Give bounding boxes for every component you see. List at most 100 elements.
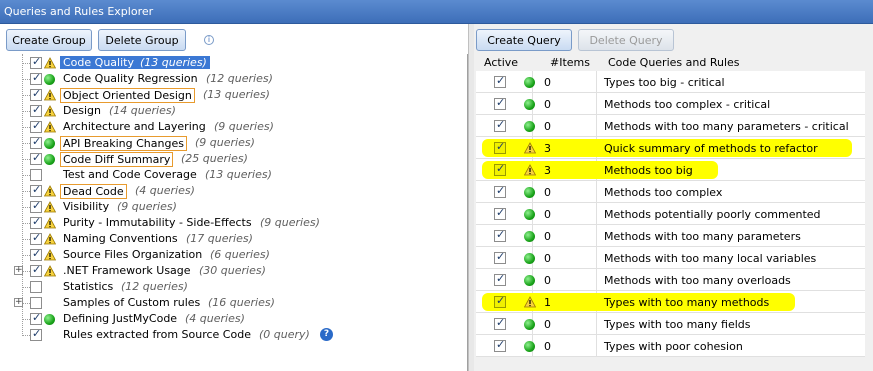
query-active-checkbox[interactable] xyxy=(494,206,506,220)
query-row[interactable]: 3 Methods too big xyxy=(476,159,865,181)
tree-item[interactable]: Rules extracted from Source Code (0 query… xyxy=(0,327,468,343)
query-active-checkbox[interactable] xyxy=(494,162,506,176)
tree-item-label: Code Diff Summary xyxy=(60,152,174,167)
query-row[interactable]: 0 Methods with too many local variables xyxy=(476,247,865,269)
query-count: (13 queries) xyxy=(203,88,270,101)
query-row[interactable]: 1 Types with too many methods xyxy=(476,291,865,313)
group-checkbox[interactable] xyxy=(30,297,42,309)
ok-status-icon xyxy=(44,138,55,149)
tree-item[interactable]: Defining JustMyCode (4 queries) xyxy=(0,311,468,327)
query-active-checkbox[interactable] xyxy=(494,338,506,352)
tree-item[interactable]: Code Quality Regression (12 queries) xyxy=(0,71,468,87)
group-checkbox[interactable] xyxy=(30,183,42,197)
group-checkbox[interactable] xyxy=(30,169,42,181)
column-header-name[interactable]: Code Queries and Rules xyxy=(608,56,740,69)
group-checkbox[interactable] xyxy=(30,103,42,117)
tree-item[interactable]: Visibility (9 queries) xyxy=(0,199,468,215)
query-count: (9 queries) xyxy=(214,120,274,133)
tree-item[interactable]: Naming Conventions (17 queries) xyxy=(0,231,468,247)
column-header-active[interactable]: Active xyxy=(484,56,518,69)
delete-group-button[interactable]: Delete Group xyxy=(98,29,186,51)
query-row[interactable]: 0 Methods too complex xyxy=(476,181,865,203)
tree-item[interactable]: Statistics (12 queries) xyxy=(0,279,468,295)
tree-item-label: Rules extracted from Source Code xyxy=(63,328,251,341)
expand-toggle[interactable]: + xyxy=(14,266,23,275)
query-row[interactable]: 0 Methods too complex - critical xyxy=(476,93,865,115)
query-row[interactable]: 0 Methods with too many parameters xyxy=(476,225,865,247)
query-name: Types too big - critical xyxy=(604,76,725,89)
tree-item[interactable]: Code Quality (13 queries) xyxy=(0,55,468,71)
ok-status-icon xyxy=(524,77,535,88)
help-icon[interactable]: ? xyxy=(320,328,333,341)
group-name: Design xyxy=(63,104,101,117)
create-group-button[interactable]: Create Group xyxy=(6,29,92,51)
tree-branch-line xyxy=(22,63,30,64)
tree-item[interactable]: Dead Code (4 queries) xyxy=(0,183,468,199)
group-checkbox[interactable] xyxy=(30,281,42,293)
query-row[interactable]: 0 Methods with too many overloads xyxy=(476,269,865,291)
create-query-button[interactable]: Create Query xyxy=(476,29,572,51)
group-checkbox[interactable] xyxy=(30,311,42,325)
query-row[interactable]: 0 Methods with too many parameters - crit… xyxy=(476,115,865,137)
group-name: Visibility xyxy=(63,200,110,213)
query-name: Methods too big xyxy=(604,164,693,177)
column-divider xyxy=(596,225,597,247)
tree-item[interactable]: Purity - Immutability - Side-Effects (9 q… xyxy=(0,215,468,231)
group-checkbox[interactable] xyxy=(30,215,42,229)
tree-item[interactable]: + Samples of Custom rules (16 queries) xyxy=(0,295,468,311)
tree-item[interactable]: Test and Code Coverage (13 queries) xyxy=(0,167,468,183)
tree-item[interactable]: Source Files Organization (6 queries) xyxy=(0,247,468,263)
group-checkbox[interactable] xyxy=(30,327,42,341)
query-active-checkbox[interactable] xyxy=(494,74,506,88)
query-active-checkbox[interactable] xyxy=(494,316,506,330)
group-checkbox[interactable] xyxy=(30,119,42,133)
column-header-items[interactable]: #Items xyxy=(550,56,590,69)
tree-item[interactable]: Code Diff Summary (25 queries) xyxy=(0,151,468,167)
group-name: Statistics xyxy=(63,280,114,293)
tree-item-label: Source Files Organization xyxy=(63,248,202,261)
tree-item[interactable]: Architecture and Layering (9 queries) xyxy=(0,119,468,135)
warning-icon xyxy=(44,265,56,277)
tree-item-label: Code Quality (13 queries) xyxy=(60,56,210,69)
query-active-checkbox[interactable] xyxy=(494,272,506,286)
query-row[interactable]: 0 Methods potentially poorly commented xyxy=(476,203,865,225)
group-checkbox[interactable] xyxy=(30,71,42,85)
tree-item-label: Architecture and Layering xyxy=(63,120,206,133)
tree-item[interactable]: API Breaking Changes (9 queries) xyxy=(0,135,468,151)
query-active-checkbox[interactable] xyxy=(494,184,506,198)
info-icon[interactable]: i xyxy=(204,35,214,45)
query-active-checkbox[interactable] xyxy=(494,250,506,264)
group-checkbox[interactable] xyxy=(30,263,42,277)
query-active-checkbox[interactable] xyxy=(494,96,506,110)
group-checkbox[interactable] xyxy=(30,151,42,165)
tree-item[interactable]: + .NET Framework Usage (30 queries) xyxy=(0,263,468,279)
query-count: (16 queries) xyxy=(208,296,275,309)
query-row[interactable]: 0 Types too big - critical xyxy=(476,71,865,93)
group-checkbox[interactable] xyxy=(30,247,42,261)
column-divider xyxy=(596,313,597,335)
query-row[interactable]: 3 Quick summary of methods to refactor xyxy=(476,137,865,159)
warning-icon xyxy=(44,185,56,197)
tree-item[interactable]: Design (14 queries) xyxy=(0,103,468,119)
query-row[interactable]: 0 Types with too many fields xyxy=(476,313,865,335)
query-active-checkbox[interactable] xyxy=(494,294,506,308)
query-active-checkbox[interactable] xyxy=(494,118,506,132)
query-row[interactable]: 0 Types with poor cohesion xyxy=(476,335,865,357)
ok-status-icon xyxy=(524,187,535,198)
tree-item-label: Design xyxy=(63,104,101,117)
group-checkbox[interactable] xyxy=(30,55,42,69)
warning-icon xyxy=(524,142,536,154)
query-active-checkbox[interactable] xyxy=(494,228,506,242)
group-checkbox[interactable] xyxy=(30,135,42,149)
group-checkbox[interactable] xyxy=(30,87,42,101)
items-count: 0 xyxy=(544,318,551,331)
group-name: .NET Framework Usage xyxy=(63,264,191,277)
warning-icon xyxy=(44,105,56,117)
expand-toggle[interactable]: + xyxy=(14,298,23,307)
group-checkbox[interactable] xyxy=(30,231,42,245)
column-divider xyxy=(596,247,597,269)
tree-item[interactable]: Object Oriented Design (13 queries) xyxy=(0,87,468,103)
group-checkbox[interactable] xyxy=(30,199,42,213)
ok-status-icon xyxy=(524,275,535,286)
query-active-checkbox[interactable] xyxy=(494,140,506,154)
